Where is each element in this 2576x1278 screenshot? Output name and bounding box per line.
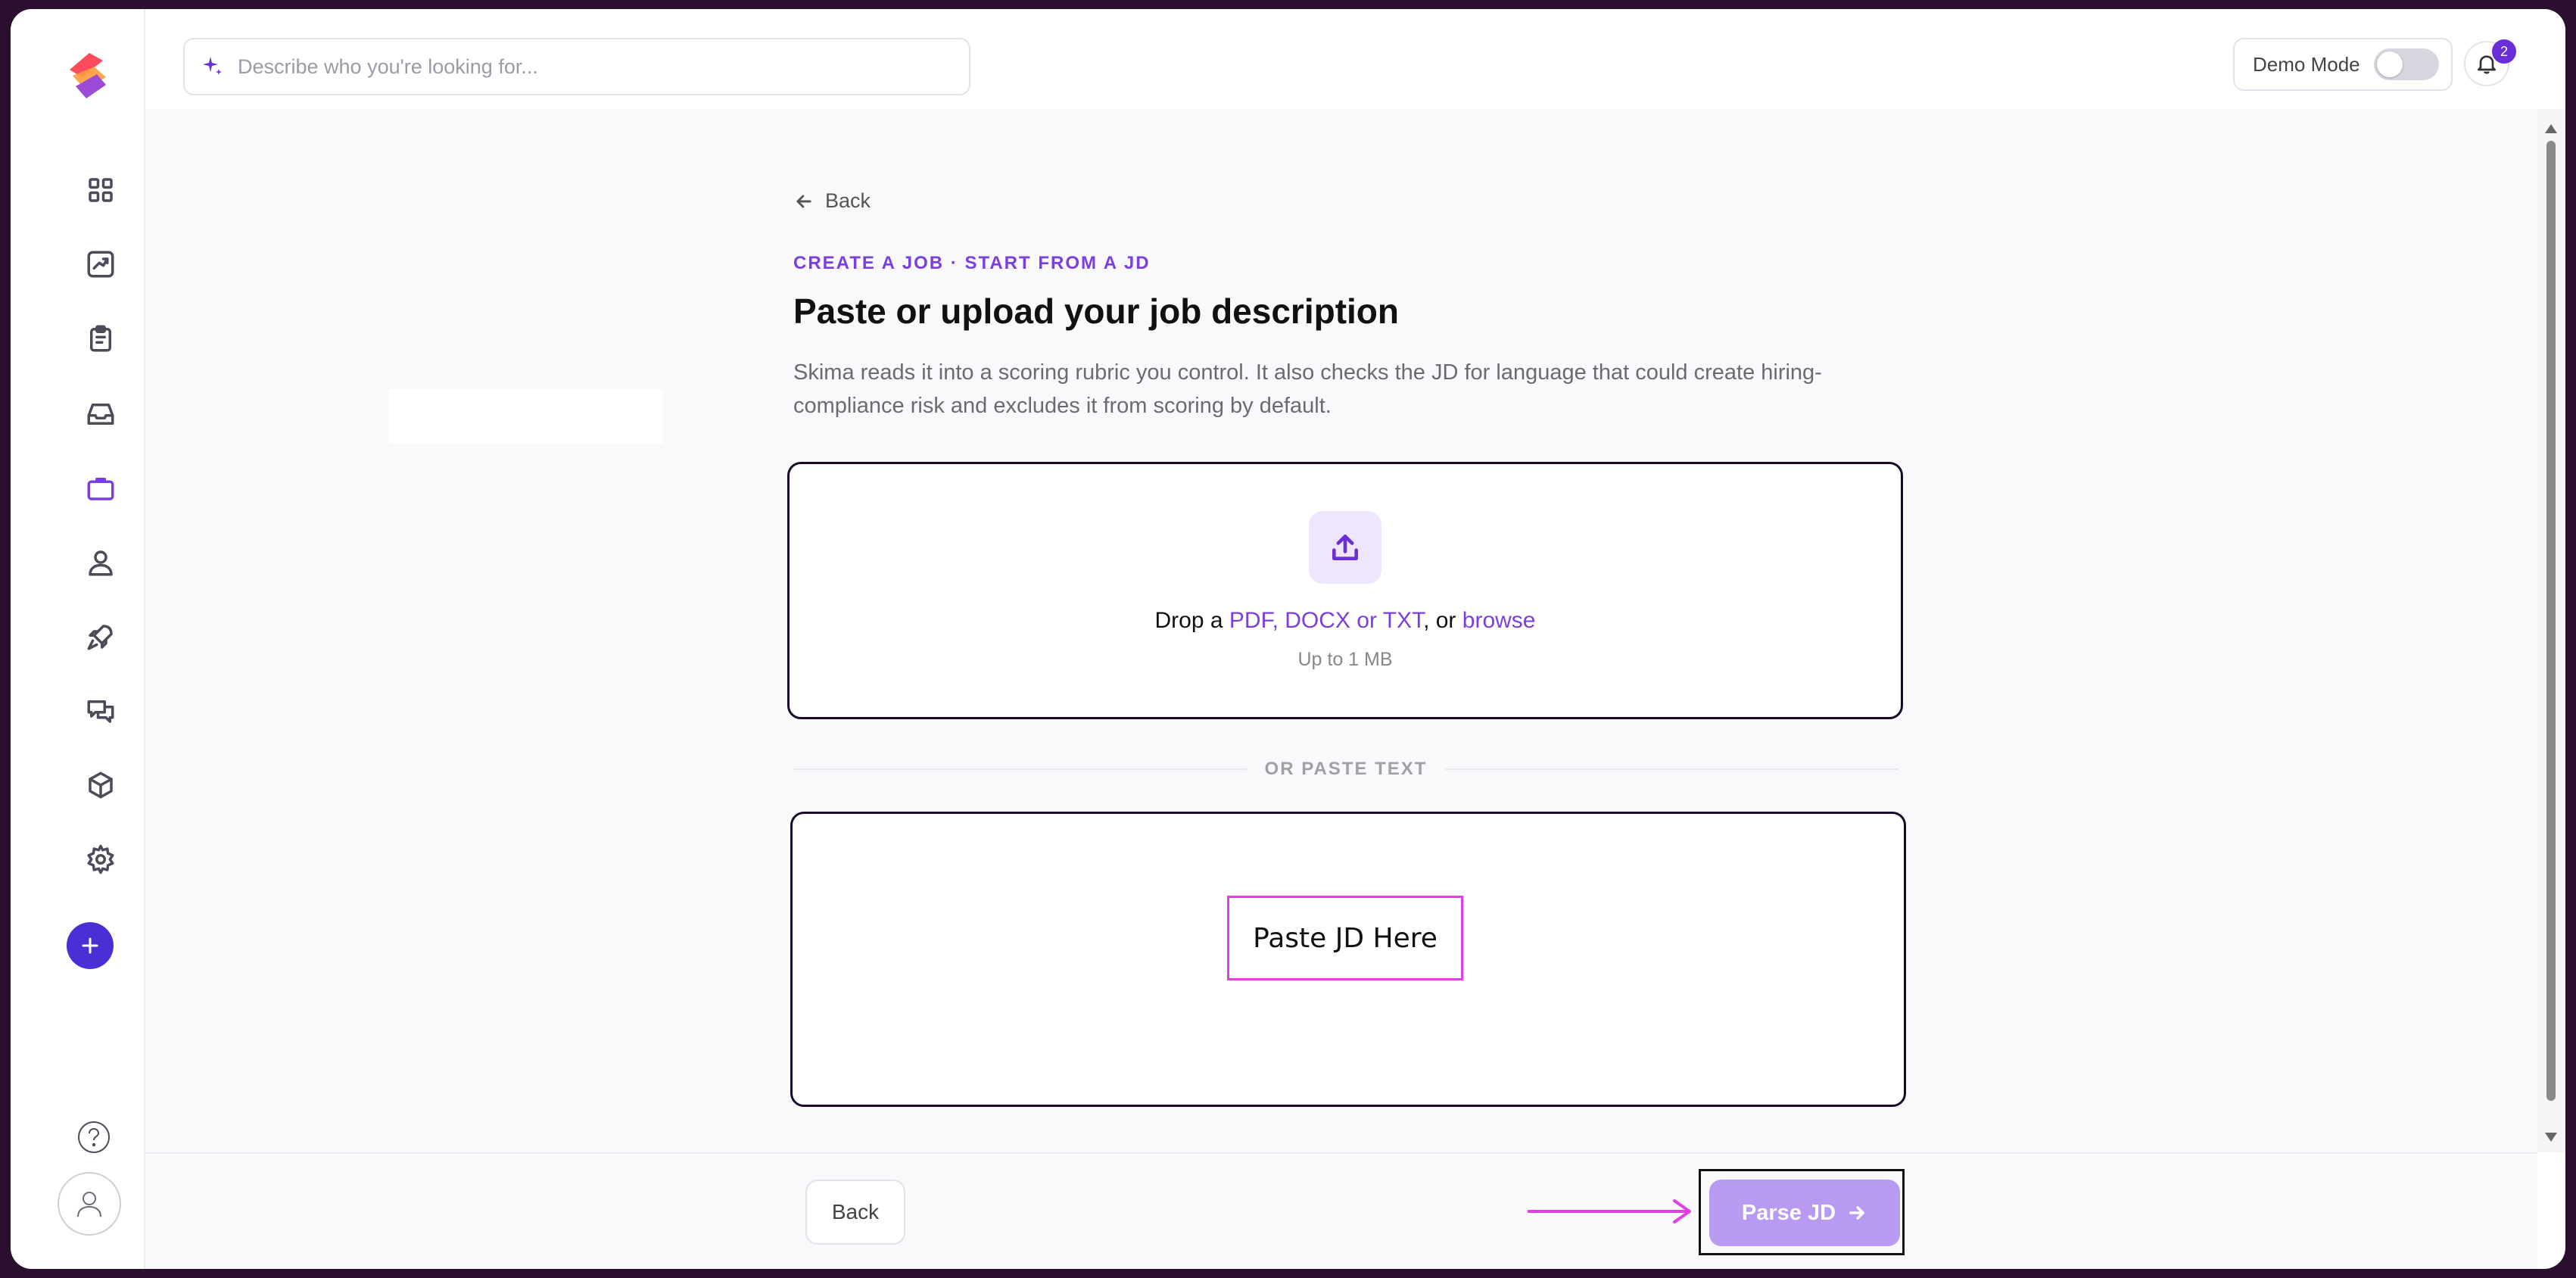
back-button[interactable]: Back xyxy=(805,1180,905,1245)
page-description: Skima reads it into a scoring rubric you… xyxy=(793,360,1822,418)
search-input[interactable] xyxy=(238,55,919,79)
size-limit: Up to 1 MB xyxy=(1297,649,1393,670)
dropzone-text: Drop a PDF, DOCX or TXT, or browse xyxy=(790,608,1901,634)
divider-line-right xyxy=(1445,768,1899,770)
arrow-right-icon xyxy=(1849,1206,1864,1220)
back-link-label: Back xyxy=(825,189,871,212)
paste-jd-annotation: Paste JD Here xyxy=(1227,896,1463,980)
page-title: Paste or upload your job description xyxy=(793,291,1399,331)
notification-badge: 2 xyxy=(2492,39,2516,64)
nav-jobs[interactable] xyxy=(79,466,123,510)
nav-analytics[interactable] xyxy=(79,242,123,286)
nav-assessments[interactable] xyxy=(79,316,123,360)
create-new-button[interactable] xyxy=(67,922,114,969)
inbox-icon xyxy=(87,404,114,425)
nav-messages[interactable] xyxy=(79,689,123,733)
plus-icon xyxy=(82,937,98,954)
help-icon xyxy=(78,1121,110,1153)
nav-candidates[interactable] xyxy=(79,541,123,584)
help-button[interactable] xyxy=(76,1119,112,1155)
scroll-up-arrow[interactable] xyxy=(2545,124,2557,133)
breadcrumb: CREATE A JOB · START FROM A JD xyxy=(793,253,1151,273)
divider-label: OR PASTE TEXT xyxy=(1264,759,1428,779)
or-divider: OR PASTE TEXT xyxy=(793,756,1899,783)
analytics-icon xyxy=(87,251,114,278)
rocket-icon xyxy=(87,625,113,650)
parse-jd-button[interactable]: Parse JD xyxy=(1709,1180,1900,1246)
cube-icon xyxy=(89,771,113,799)
scrollbar-thumb[interactable] xyxy=(2546,141,2556,1101)
search-bar[interactable] xyxy=(183,38,970,95)
user-avatar[interactable] xyxy=(58,1172,121,1236)
top-bar: Demo Mode 2 xyxy=(145,9,2565,109)
upload-button[interactable] xyxy=(1309,511,1381,584)
browse-link[interactable]: browse xyxy=(1462,608,1536,633)
demo-mode-label: Demo Mode xyxy=(2253,52,2360,76)
nav-launch[interactable] xyxy=(79,615,123,659)
parse-jd-label: Parse JD xyxy=(1741,1200,1836,1225)
demo-mode-toggle[interactable] xyxy=(2373,48,2439,80)
dashboard-icon xyxy=(89,178,113,202)
sidebar xyxy=(11,9,145,1269)
divider-line-left xyxy=(793,768,1247,770)
dropzone-prefix: Drop a xyxy=(1154,608,1229,633)
sparkle-icon xyxy=(203,57,222,75)
nav-settings[interactable] xyxy=(79,837,123,881)
jd-paste-textarea[interactable]: Paste JD Here xyxy=(790,812,1906,1107)
clipboard-icon xyxy=(90,325,111,352)
demo-mode-control: Demo Mode xyxy=(2233,38,2453,91)
arrow-left-icon xyxy=(796,195,811,207)
file-dropzone[interactable]: Drop a PDF, DOCX or TXT, or browse Up to… xyxy=(787,462,1903,719)
briefcase-icon xyxy=(87,478,114,500)
person-icon xyxy=(89,550,113,576)
annotation-arrow-icon xyxy=(1528,1199,1691,1223)
main-content: Back CREATE A JOB · START FROM A JD Past… xyxy=(145,109,2537,1152)
scroll-down-arrow[interactable] xyxy=(2545,1133,2557,1142)
app-window: Demo Mode 2 Back CREATE A JOB · START FR… xyxy=(11,9,2565,1269)
back-link[interactable]: Back xyxy=(793,189,871,213)
nav-dashboard[interactable] xyxy=(79,168,123,212)
gear-icon xyxy=(87,844,114,874)
nav-integrations[interactable] xyxy=(79,763,123,807)
nav-inbox[interactable] xyxy=(79,392,123,436)
avatar-icon xyxy=(77,1192,101,1217)
placeholder-block xyxy=(389,389,663,444)
upload-icon xyxy=(1332,535,1358,560)
dropzone-middle: , or xyxy=(1423,608,1462,633)
action-footer: Back Parse JD xyxy=(145,1152,2537,1269)
accepted-formats: PDF, DOCX or TXT xyxy=(1229,608,1424,633)
scrollbar[interactable] xyxy=(2537,109,2565,1152)
app-logo[interactable] xyxy=(59,47,117,104)
chat-icon xyxy=(87,700,114,723)
